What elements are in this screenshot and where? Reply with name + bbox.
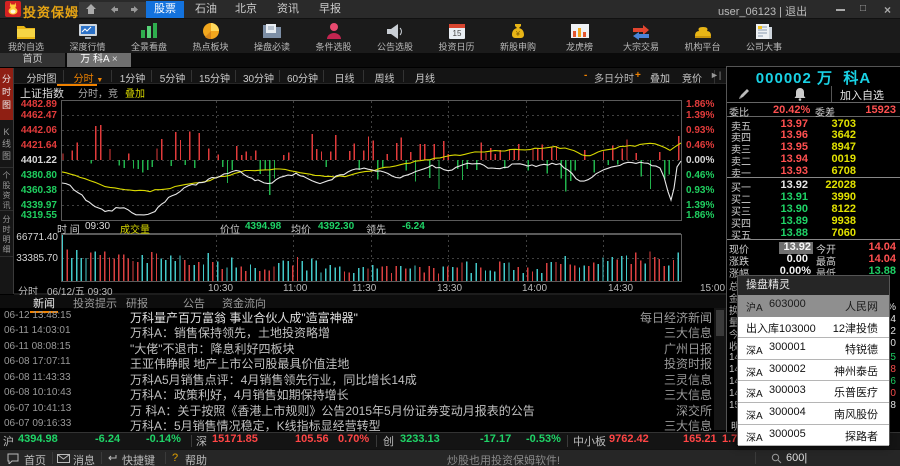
svg-text:15: 15 (452, 29, 461, 38)
svg-text:¥: ¥ (516, 31, 520, 38)
